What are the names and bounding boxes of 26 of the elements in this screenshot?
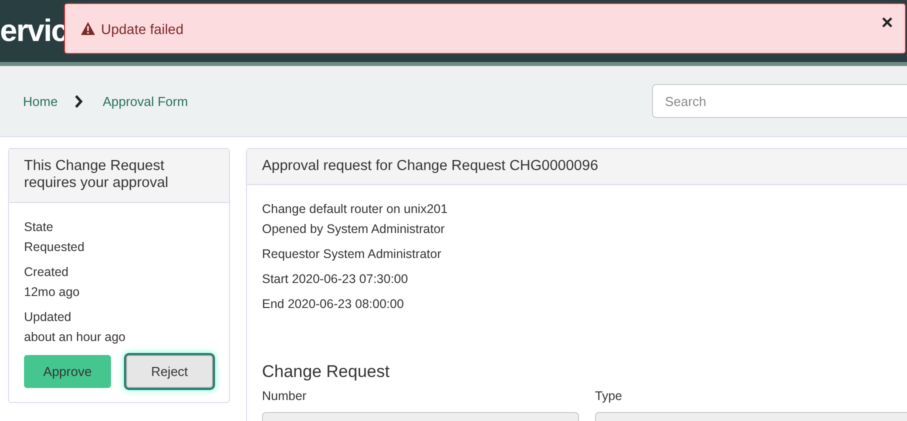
field-value: about an hour ago bbox=[24, 328, 126, 346]
detail-line: Requestor System Administrator bbox=[262, 246, 442, 264]
field-value: 12mo ago bbox=[24, 284, 81, 301]
warning-icon bbox=[81, 22, 95, 35]
section-title: Change Request bbox=[262, 362, 391, 382]
detail-line: End 2020-06-23 08:00:00 bbox=[262, 296, 405, 314]
reject-button[interactable]: Reject bbox=[126, 354, 213, 388]
search-field[interactable]: Search bbox=[652, 84, 907, 118]
field-label: Updated bbox=[24, 308, 72, 326]
panel-title: Approval request for Change Request CHG0000096 bbox=[247, 149, 907, 186]
breadcrumb-link[interactable]: Approval Form bbox=[102, 94, 188, 108]
field-value: Requested bbox=[24, 238, 86, 256]
card-title: This Change Request requires your approval bbox=[9, 149, 229, 203]
field-label: Number bbox=[262, 388, 308, 406]
field-label: Type bbox=[595, 388, 624, 406]
field-label: Created bbox=[24, 264, 70, 281]
alert-message: Update failed bbox=[101, 20, 185, 36]
chevron-right-icon bbox=[74, 94, 83, 108]
close-button[interactable]: × bbox=[881, 12, 893, 35]
detail-line: Opened by System Administrator bbox=[262, 221, 446, 238]
detail-line: Change default router on unix201 bbox=[262, 201, 449, 218]
field-label: State bbox=[24, 218, 54, 236]
breadcrumb-link[interactable]: Home bbox=[23, 94, 58, 108]
approve-button[interactable]: Approve bbox=[24, 354, 111, 388]
logo-text: ervic bbox=[0, 13, 68, 49]
detail-line: Start 2020-06-23 07:30:00 bbox=[262, 271, 409, 288]
